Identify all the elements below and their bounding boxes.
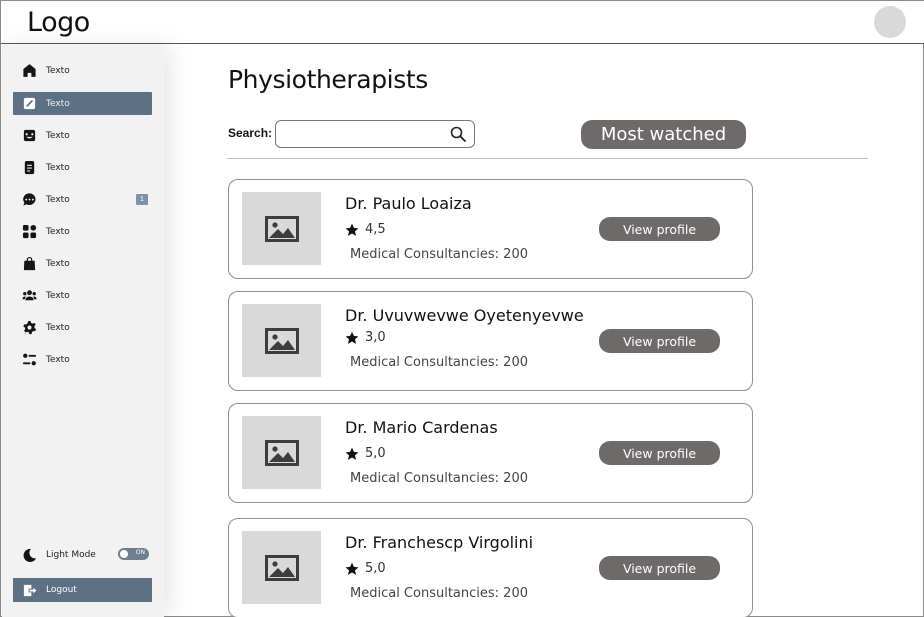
sidebar-item-label: Texto [46,322,70,333]
view-profile-button[interactable]: View profile [599,217,720,241]
logout-button[interactable]: Logout [13,578,152,602]
users-icon [21,288,37,304]
star-icon [345,447,359,460]
star-icon [345,331,359,344]
light-mode-toggle[interactable]: ON [118,548,149,560]
consultancies-count: Medical Consultancies: 200 [350,586,528,601]
doctor-photo-placeholder [242,304,321,377]
document-icon [21,160,37,176]
image-icon [264,439,299,466]
doctor-name[interactable]: Dr. Paulo Loaiza [345,194,472,213]
star-icon [345,223,359,236]
sidebar-item-filters[interactable]: Texto [13,348,152,371]
avatar[interactable] [874,6,906,38]
sidebar-item-settings[interactable]: Texto [13,316,152,339]
sidebar-item-label: Texto [46,258,70,269]
search-box[interactable] [275,120,475,148]
doctor-card: Dr. Uvuvwevwe Oyetenyevwe 3,0 Medical Co… [228,291,753,391]
doctor-photo-placeholder [242,416,321,489]
moon-icon [21,547,37,563]
doctor-photo-placeholder [242,531,321,604]
doctor-rating: 5,0 [345,446,386,461]
doctor-rating: 4,5 [345,222,386,237]
logo[interactable]: Logo [27,7,90,38]
filters-icon [21,352,37,368]
sidebar-item-home[interactable]: Texto [13,59,152,82]
sidebar-item-label: Texto [46,162,70,173]
rating-value: 5,0 [365,446,386,461]
image-icon [264,554,299,581]
logout-label: Logout [46,585,77,595]
edit-icon [21,96,37,112]
sidebar-item-edit[interactable]: Texto [13,92,152,115]
face-icon [21,128,37,144]
sidebar-item-apps[interactable]: Texto [13,220,152,243]
toggle-knob [120,550,128,558]
sidebar-item-label: Texto [46,130,70,141]
sidebar-item-bag[interactable]: Texto [13,252,152,275]
doctor-rating: 3,0 [345,330,386,345]
most-watched-button[interactable]: Most watched [581,120,746,149]
light-mode-label: Light Mode [46,550,96,560]
search-input[interactable] [284,125,444,143]
doctor-card: Dr. Paulo Loaiza 4,5 Medical Consultanci… [228,179,753,279]
doctor-name[interactable]: Dr. Uvuvwevwe Oyetenyevwe [345,306,584,325]
logout-icon [21,582,37,598]
toggle-text: ON [135,549,145,556]
doctor-rating: 5,0 [345,561,386,576]
doctor-name[interactable]: Dr. Mario Cardenas [345,418,498,437]
page-title: Physiotherapists [228,65,428,94]
doctor-card: Dr. Franchescp Virgolini 5,0 Medical Con… [228,518,753,617]
sidebar-item-label: Texto [46,194,70,205]
sidebar-item-face[interactable]: Texto [13,124,152,147]
rating-value: 4,5 [365,222,386,237]
gear-icon [21,320,37,336]
sidebar-item-label: Texto [46,290,70,301]
sidebar-item-label: Texto [46,65,70,76]
consultancies-count: Medical Consultancies: 200 [350,355,528,370]
rating-value: 5,0 [365,561,386,576]
light-mode-row: Light Mode ON [13,545,152,565]
app-window: Logo Texto Texto Texto Texto Texto 1 Tex… [0,0,924,617]
chat-icon [21,192,37,208]
consultancies-count: Medical Consultancies: 200 [350,471,528,486]
apps-icon [21,224,37,240]
sidebar-item-chat[interactable]: Texto 1 [13,188,152,211]
home-icon [21,63,37,79]
doctor-card: Dr. Mario Cardenas 5,0 Medical Consultan… [228,403,753,503]
image-icon [264,215,299,242]
doctor-photo-placeholder [242,192,321,265]
sidebar-item-label: Texto [46,226,70,237]
search-icon[interactable] [450,126,466,142]
sidebar-item-document[interactable]: Texto [13,156,152,179]
view-profile-button[interactable]: View profile [599,329,720,353]
search-label: Search: [228,126,273,140]
consultancies-count: Medical Consultancies: 200 [350,247,528,262]
view-profile-button[interactable]: View profile [599,441,720,465]
notification-badge: 1 [136,194,148,205]
view-profile-button[interactable]: View profile [599,556,720,580]
sidebar-item-label: Texto [46,354,70,365]
divider [227,158,868,159]
sidebar: Texto Texto Texto Texto Texto 1 Texto Te… [2,45,164,617]
star-icon [345,562,359,575]
top-bar: Logo [1,1,924,44]
doctor-name[interactable]: Dr. Franchescp Virgolini [345,533,533,552]
bag-icon [21,256,37,272]
image-icon [264,327,299,354]
rating-value: 3,0 [365,330,386,345]
sidebar-item-label: Texto [46,98,70,109]
sidebar-item-users[interactable]: Texto [13,284,152,307]
